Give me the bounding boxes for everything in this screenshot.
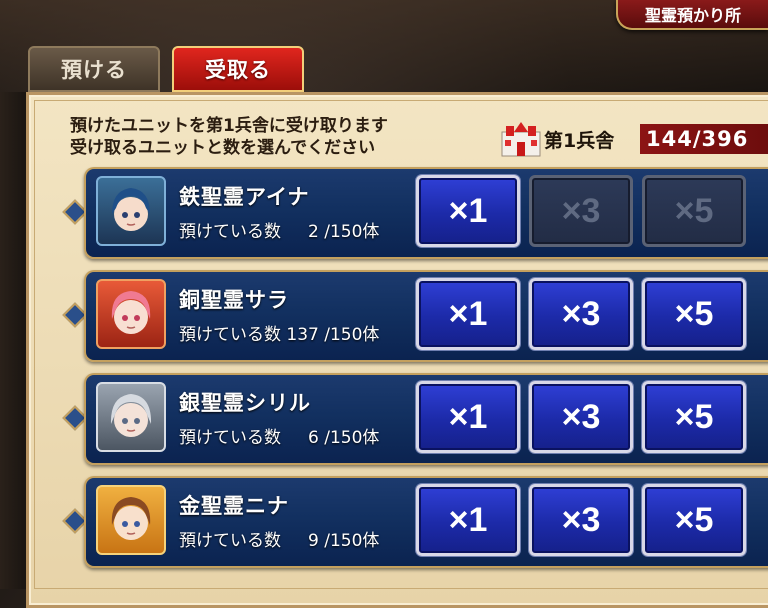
brown-hair-spirit-avatar [96,485,166,555]
tab-deposit[interactable]: 預ける [28,46,160,92]
deposit-count: 預けている数 9 /150体 [179,531,380,551]
take-5-button[interactable]: ×5 [642,381,746,453]
take-3-button[interactable]: ×3 [529,175,633,247]
take-3-button[interactable]: ×3 [529,484,633,556]
take-1-button[interactable]: ×1 [416,175,520,247]
barracks-count: 144/396 [640,124,768,154]
take-3-button[interactable]: ×3 [529,278,633,350]
unit-row: 鉄聖霊アイナ 預けている数 2 /150体 ×1 ×3 ×5 [84,167,768,259]
unit-row: 銅聖霊サラ 預けている数 137 /150体 ×1 ×3 ×5 [84,270,768,362]
barracks-icon [501,122,541,157]
silver-hair-spirit-avatar [96,382,166,452]
take-5-button[interactable]: ×5 [642,175,746,247]
unit-name: 鉄聖霊アイナ [179,185,310,209]
deposit-count: 預けている数 137 /150体 [179,325,380,345]
instruction-line-1: 預けたユニットを第1兵舎に受け取ります [70,116,388,136]
take-5-button[interactable]: ×5 [642,484,746,556]
unit-name: 銅聖霊サラ [179,288,289,312]
unit-name: 金聖霊ニナ [179,494,289,518]
take-1-button[interactable]: ×1 [416,278,520,350]
take-5-button[interactable]: ×5 [642,278,746,350]
instruction-line-2: 受け取るユニットと数を選んでください [70,138,376,158]
unit-row: 金聖霊ニナ 預けている数 9 /150体 ×1 ×3 ×5 [84,476,768,568]
pink-hair-spirit-avatar [96,279,166,349]
tab-receive[interactable]: 受取る [172,46,304,92]
deposit-count: 預けている数 2 /150体 [179,222,380,242]
page-title: 聖霊預かり所 [616,0,768,30]
unit-row: 銀聖霊シリル 預けている数 6 /150体 ×1 ×3 ×5 [84,373,768,465]
take-1-button[interactable]: ×1 [416,381,520,453]
blue-hair-spirit-avatar [96,176,166,246]
unit-name: 銀聖霊シリル [179,391,311,415]
barracks-label: 第1兵舎 [544,129,615,152]
deposit-count: 預けている数 6 /150体 [179,428,380,448]
take-1-button[interactable]: ×1 [416,484,520,556]
take-3-button[interactable]: ×3 [529,381,633,453]
side-strip [0,92,26,589]
